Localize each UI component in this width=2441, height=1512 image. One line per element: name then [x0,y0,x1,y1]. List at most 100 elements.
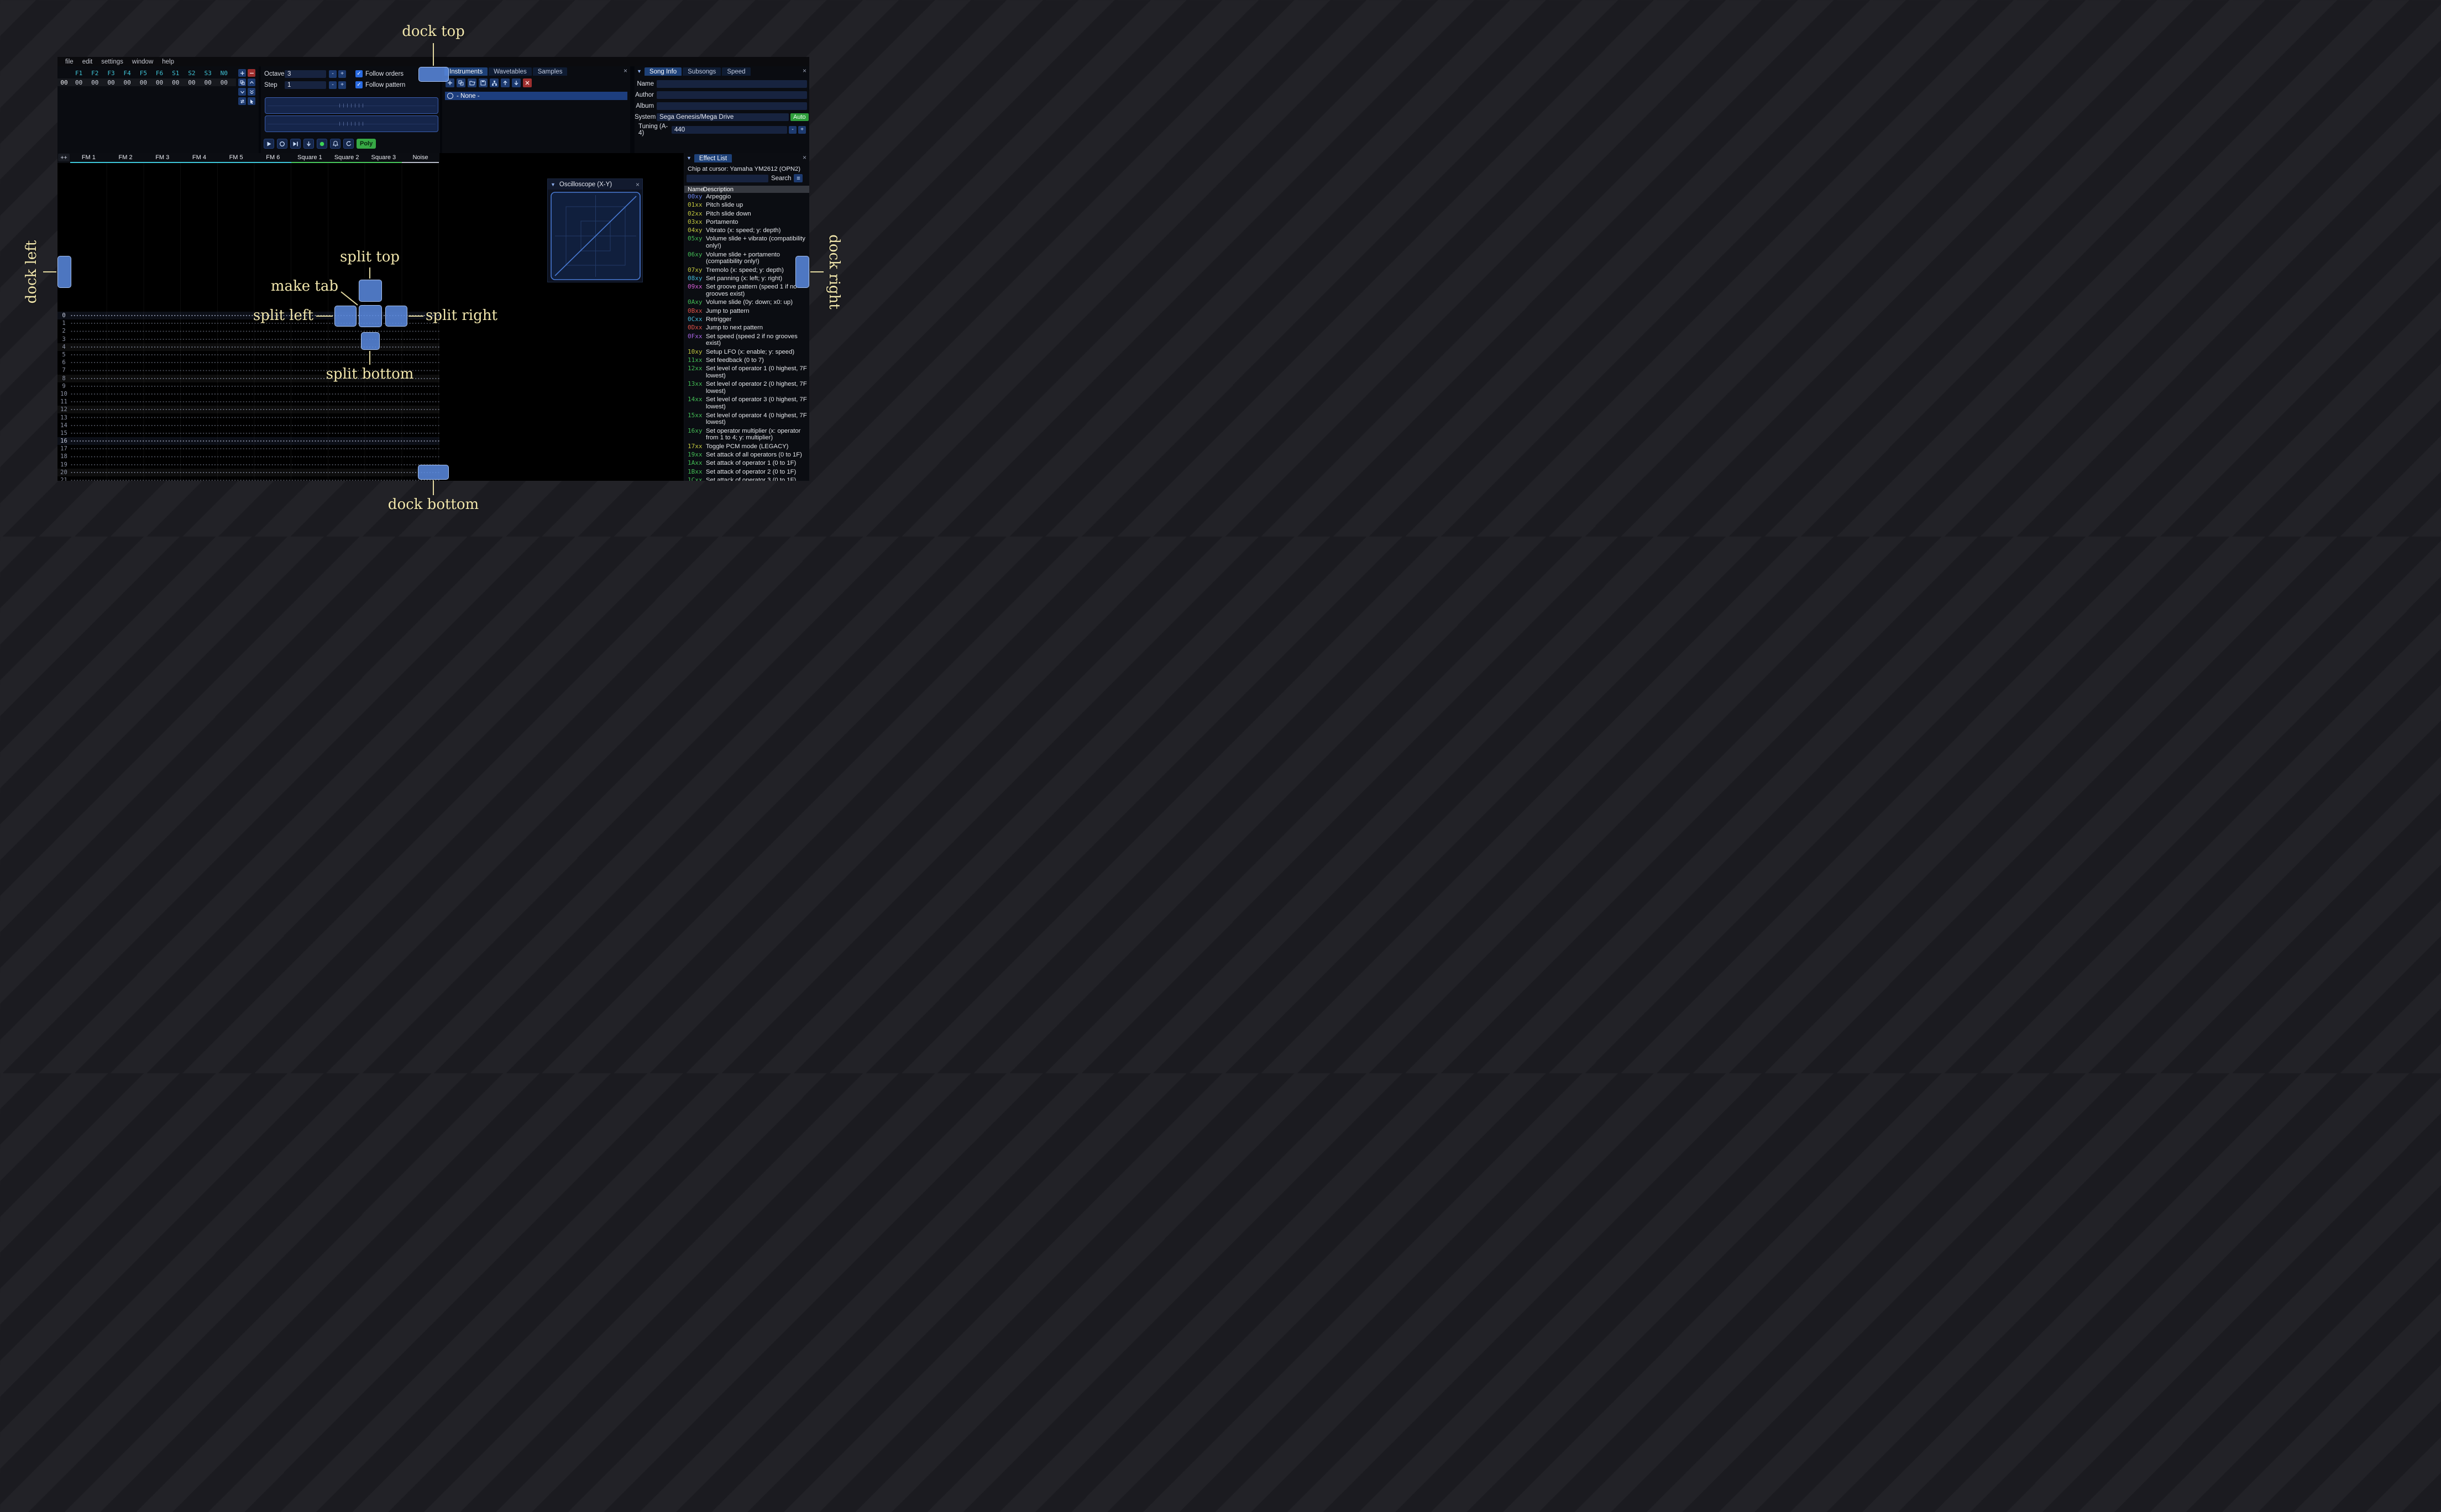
instruments-tab[interactable]: Samples [532,67,568,76]
order-cell[interactable]: 00 [167,79,184,86]
order-cell[interactable]: 00 [103,79,119,86]
open-instrument-button[interactable] [468,78,476,87]
song-info-tab[interactable]: Speed [722,67,751,76]
song-info-tab[interactable]: Song Info [644,67,682,76]
channel-header[interactable]: FM 1 [70,153,107,163]
pattern-row[interactable]: 2 [57,327,439,335]
tuning-plus-button[interactable]: + [798,125,806,134]
effect-row[interactable]: 13xx Set level of operator 2 (0 highest,… [684,380,809,396]
channel-header[interactable]: FM 6 [254,153,292,163]
dock-target-bottom[interactable] [418,465,449,480]
split-target-bottom[interactable] [361,332,380,350]
split-target-top[interactable] [359,280,382,302]
oscilloscope-title-bar[interactable]: ▼ Oscilloscope (X-Y) × [548,179,642,190]
instrument-list-item[interactable]: - None - [445,92,627,100]
system-input[interactable]: Sega Genesis/Mega Drive [657,113,789,121]
octave-plus-button[interactable]: + [338,70,346,78]
tuning-input[interactable]: 440 [672,125,787,134]
menu-item[interactable]: edit [78,59,97,65]
dock-target-left[interactable] [57,256,71,288]
duplicate-instrument-button[interactable] [457,78,465,87]
channel-header[interactable]: Noise [402,153,439,163]
effect-row[interactable]: 16xy Set operator multiplier (x: operato… [684,427,809,443]
order-cell[interactable]: 00 [216,79,232,86]
channel-header[interactable]: Square 3 [365,153,402,163]
author-input[interactable] [657,91,807,99]
pattern-row[interactable]: 12 [57,406,439,414]
order-remove-button[interactable] [248,69,255,77]
order-cell[interactable]: 00 [119,79,135,86]
order-cell[interactable]: 00 [87,79,103,86]
effect-row[interactable]: 11xx Set feedback (0 to 7) [684,356,809,365]
step-input[interactable]: 1 [285,81,326,89]
order-change-all-button[interactable] [238,97,246,105]
menu-item[interactable]: help [158,59,179,65]
step-minus-button[interactable]: - [329,81,337,89]
order-cell[interactable]: 00 [200,79,216,86]
order-cell[interactable]: 00 [151,79,167,86]
channel-header[interactable]: FM 3 [144,153,181,163]
effect-row[interactable]: 15xx Set level of operator 4 (0 highest,… [684,412,809,427]
channel-header[interactable]: FM 5 [217,153,255,163]
close-icon[interactable]: × [636,181,640,188]
effect-row[interactable]: 0Fxx Set speed (speed 2 if no grooves ex… [684,333,809,348]
pattern-row[interactable]: 0 [57,312,439,320]
effect-row[interactable]: 04xy Vibrato (x: speed; y: depth) [684,227,809,235]
octave-minus-button[interactable]: - [329,70,337,78]
effect-row[interactable]: 10xy Setup LFO (x: enable; y: speed) [684,348,809,356]
menu-item[interactable]: file [61,59,78,65]
order-row[interactable]: 00 00 00 00 00 00 00 00 00 00 00 [57,78,236,86]
effect-row[interactable]: 12xx Set level of operator 1 (0 highest,… [684,365,809,380]
delete-instrument-button[interactable] [523,78,532,87]
pattern-row[interactable]: 9 [57,382,439,390]
octave-input[interactable]: 3 [285,70,326,78]
move-instrument-up-button[interactable] [501,78,510,87]
auto-system-button[interactable]: Auto [790,113,809,121]
pattern-row[interactable]: 15 [57,429,439,437]
channel-header[interactable]: FM 4 [181,153,218,163]
effect-row[interactable]: 14xx Set level of operator 3 (0 highest,… [684,396,809,411]
pattern-row[interactable]: 19 [57,460,439,469]
song-info-tab[interactable]: Subsongs [683,67,721,76]
pattern-row[interactable]: 17 [57,445,439,453]
close-icon[interactable]: × [803,67,806,74]
menu-item[interactable]: window [128,59,158,65]
step-row-button[interactable] [303,139,314,149]
pattern-row[interactable]: 21 [57,476,439,481]
pattern-row[interactable]: 13 [57,413,439,422]
pattern-row[interactable]: 14 [57,421,439,429]
pattern-row[interactable]: 11 [57,398,439,406]
order-add-button[interactable] [238,69,246,77]
close-icon[interactable]: × [803,154,806,161]
play-button[interactable] [264,139,274,149]
save-instrument-button[interactable] [479,78,488,87]
effect-row[interactable]: 05xy Volume slide + vibrato (compatibili… [684,235,809,250]
effect-row[interactable]: 0Cxx Retrigger [684,316,809,324]
pattern-row[interactable]: 5 [57,350,439,359]
dock-target-top[interactable] [418,67,449,82]
make-tab-target[interactable] [359,305,382,327]
step-plus-button[interactable]: + [338,81,346,89]
search-input[interactable] [687,174,768,182]
move-instrument-down-button[interactable] [512,78,521,87]
effect-row[interactable]: 07xy Tremolo (x: speed; y: depth) [684,266,809,275]
effect-row[interactable]: 08xy Set panning (x: left; y: right) [684,275,809,283]
order-cell[interactable]: 00 [184,79,200,86]
dock-target-right[interactable] [795,256,809,288]
effect-row[interactable]: 17xx Toggle PCM mode (LEGACY) [684,443,809,451]
split-target-right[interactable] [385,306,407,327]
metronome-button[interactable] [330,139,341,149]
pattern-row[interactable]: 1 [57,319,439,328]
pattern-row[interactable]: 10 [57,390,439,398]
pattern-options-button[interactable]: ++ [58,154,70,161]
order-move-down-button[interactable] [238,88,246,96]
record-button[interactable] [317,139,327,149]
effect-row[interactable]: 03xx Portamento [684,218,809,227]
play-one-row-button[interactable] [290,139,301,149]
name-input[interactable] [657,80,807,88]
pattern-editor[interactable]: ++ FM 1 FM 2 FM 3 FM 4 FM 5 FM 6 Square 1 Squar… [57,153,439,481]
album-input[interactable] [657,102,807,110]
pattern-row[interactable]: 3 [57,335,439,343]
split-target-left[interactable] [334,306,357,327]
tuning-minus-button[interactable]: - [789,125,797,134]
